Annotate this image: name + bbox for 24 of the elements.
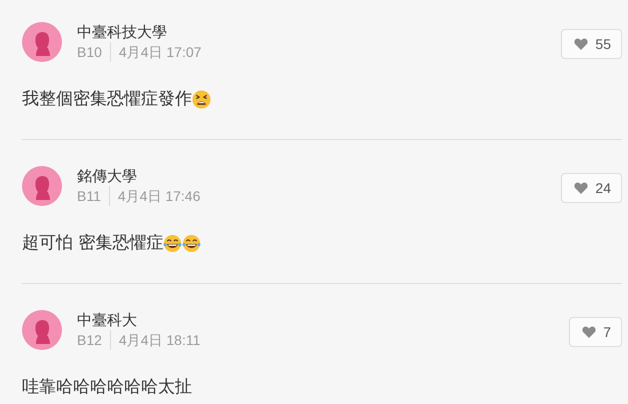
comment-text: 我整個密集恐懼症發作 [22, 88, 192, 110]
tired-face-icon [192, 90, 211, 108]
school-name: 銘傳大學 [77, 166, 138, 186]
post-time: 4月4日 18:11 [118, 331, 200, 350]
like-button[interactable]: 7 [569, 317, 622, 347]
heart-icon [574, 38, 588, 50]
avatar-icon [22, 22, 62, 62]
school-name: 中臺科大 [77, 310, 138, 330]
school-name: 中臺科技大學 [77, 22, 168, 42]
post-time: 4月4日 17:07 [118, 43, 202, 62]
avatar-icon [22, 310, 62, 350]
floor-number: B12 [77, 330, 111, 350]
heart-icon [574, 182, 588, 194]
laughing-tears-icon [163, 234, 182, 252]
floor-number: B11 [77, 186, 110, 206]
avatar-icon [22, 166, 62, 206]
heart-icon [582, 326, 596, 338]
like-button[interactable]: 24 [561, 173, 622, 203]
comment-text: 超可怕 密集恐懼症 [22, 232, 164, 254]
post-time: 4月4日 17:46 [116, 187, 200, 206]
comment-text: 哇靠哈哈哈哈哈哈太扯 [22, 376, 192, 398]
floor-number: B10 [77, 42, 111, 62]
laughing-tears-icon [182, 234, 202, 252]
like-button[interactable]: 55 [561, 29, 622, 59]
